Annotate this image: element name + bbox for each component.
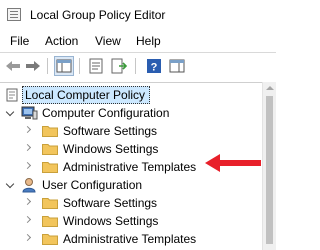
folder-icon <box>42 234 58 245</box>
menu-bar: File Action View Help <box>0 31 276 51</box>
menu-help[interactable]: Help <box>136 34 161 48</box>
folder-icon <box>42 216 58 227</box>
chevron-right-icon[interactable] <box>23 197 32 206</box>
tree-node-label: Local Computer Policy <box>25 88 146 102</box>
help-icon[interactable]: ? <box>145 57 163 75</box>
menu-file[interactable]: File <box>10 34 29 48</box>
tree-node-label: Windows Settings <box>63 214 159 228</box>
computer-icon <box>21 106 38 120</box>
tree-node-cc-software-settings[interactable]: Software Settings <box>0 122 262 140</box>
forward-arrow-icon[interactable] <box>24 57 42 75</box>
menu-divider <box>0 52 276 53</box>
group-policy-app-icon <box>7 8 21 21</box>
menu-action[interactable]: Action <box>45 34 78 48</box>
window-title: Local Group Policy Editor <box>30 8 166 22</box>
chevron-right-icon[interactable] <box>23 215 32 224</box>
tree-node-label: Software Settings <box>63 196 158 210</box>
toolbar: ? <box>0 54 276 78</box>
tree-node-uc-software-settings[interactable]: Software Settings <box>0 194 262 212</box>
tree-node-label: Administrative Templates <box>63 232 197 246</box>
folder-icon <box>42 126 58 137</box>
folder-icon <box>42 162 58 173</box>
tree-node-user-configuration[interactable]: User Configuration <box>0 176 262 194</box>
user-icon <box>22 178 36 193</box>
menu-view[interactable]: View <box>95 34 121 48</box>
back-arrow-icon[interactable] <box>4 57 22 75</box>
tree-node-label: Computer Configuration <box>42 106 170 120</box>
svg-text:?: ? <box>151 62 158 74</box>
tree-node-computer-configuration[interactable]: Computer Configuration <box>0 104 262 122</box>
export-list-icon[interactable] <box>110 57 128 75</box>
tree-node-label: User Configuration <box>42 178 143 192</box>
chevron-right-icon[interactable] <box>23 233 32 242</box>
red-pointer-arrow-icon <box>205 154 261 172</box>
chevron-right-icon[interactable] <box>23 125 32 134</box>
toolbar-separator <box>47 58 48 74</box>
title-bar: Local Group Policy Editor <box>0 0 276 30</box>
tree-node-label: Administrative Templates <box>63 160 197 174</box>
properties-icon[interactable] <box>87 57 105 75</box>
toolbar-separator <box>135 58 136 74</box>
chevron-down-icon[interactable] <box>5 179 15 189</box>
chevron-down-icon[interactable] <box>5 107 15 117</box>
folder-icon <box>42 198 58 209</box>
tree-node-label: Software Settings <box>63 124 158 138</box>
tree-node-local-computer-policy[interactable]: Local Computer Policy <box>0 86 262 104</box>
toolbar-separator <box>79 58 80 74</box>
chevron-right-icon[interactable] <box>23 143 32 152</box>
policy-scroll-icon <box>6 88 18 102</box>
tree-node-label: Windows Settings <box>63 142 159 156</box>
scrollbar-thumb[interactable] <box>266 96 273 244</box>
scroll-up-arrow-icon[interactable] <box>266 86 274 90</box>
show-hide-action-pane-icon[interactable] <box>168 57 186 75</box>
chevron-right-icon[interactable] <box>23 161 32 170</box>
folder-icon <box>42 144 58 155</box>
show-hide-console-tree-icon[interactable] <box>54 56 74 76</box>
tree-node-uc-windows-settings[interactable]: Windows Settings <box>0 212 262 230</box>
vertical-scrollbar[interactable] <box>262 82 276 250</box>
tree-node-uc-administrative-templates[interactable]: Administrative Templates <box>0 230 262 248</box>
